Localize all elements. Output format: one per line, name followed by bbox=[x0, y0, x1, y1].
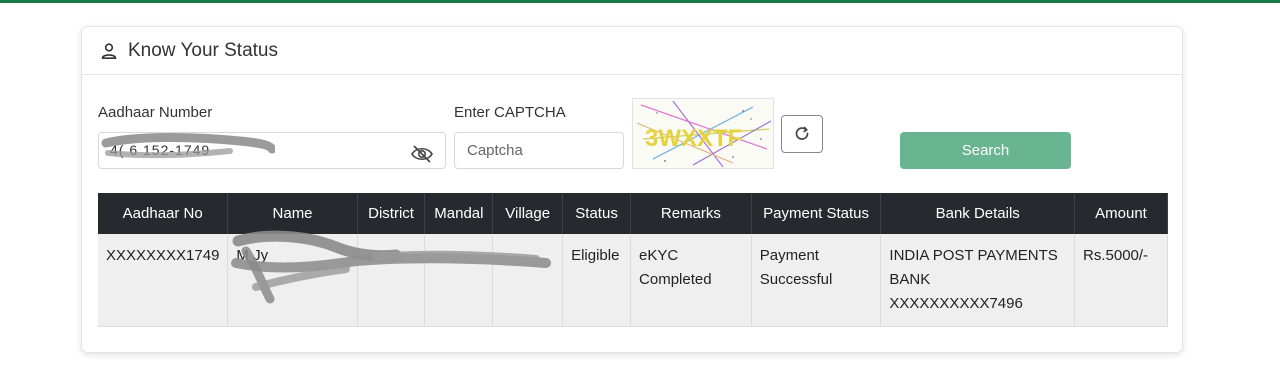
card-header: Know Your Status bbox=[82, 27, 1182, 75]
cell-aadhaar-no: XXXXXXXX1749 bbox=[98, 234, 229, 327]
header-village: Village bbox=[492, 193, 564, 234]
toggle-visibility-icon[interactable] bbox=[410, 144, 434, 164]
captcha-text: 3WXXTF bbox=[645, 125, 742, 152]
cell-bank-details: INDIA POST PAYMENTS BANK XXXXXXXXXX7496 bbox=[880, 234, 1076, 327]
cell-amount: Rs.5000/- bbox=[1074, 234, 1168, 327]
captcha-label: Enter CAPTCHA bbox=[454, 104, 566, 121]
card-title: Know Your Status bbox=[128, 39, 278, 61]
cell-district bbox=[357, 234, 426, 327]
refresh-icon bbox=[795, 126, 809, 140]
aadhaar-input-value: 4( 6 152-1749 bbox=[110, 142, 211, 158]
status-table: Aadhaar No Name District Mandal Village … bbox=[98, 193, 1168, 327]
search-button[interactable]: Search bbox=[900, 132, 1071, 169]
cell-remarks: eKYC Completed bbox=[630, 234, 752, 327]
captcha-image: 3WXXTF bbox=[632, 98, 774, 169]
table-header-row: Aadhaar No Name District Mandal Village … bbox=[98, 193, 1168, 234]
header-status: Status bbox=[562, 193, 632, 234]
top-accent-bar bbox=[0, 0, 1280, 3]
cell-status: Eligible bbox=[562, 234, 632, 327]
header-district: District bbox=[357, 193, 426, 234]
header-mandal: Mandal bbox=[424, 193, 494, 234]
cell-village bbox=[492, 234, 564, 327]
header-payment-status: Payment Status bbox=[751, 193, 882, 234]
cell-payment-status: Payment Successful bbox=[751, 234, 882, 327]
status-card: Know Your Status Aadhaar Number 4( 6 152… bbox=[81, 26, 1183, 353]
header-remarks: Remarks bbox=[630, 193, 752, 234]
cell-name: M Jy bbox=[227, 234, 358, 327]
header-name: Name bbox=[227, 193, 358, 234]
refresh-captcha-button[interactable] bbox=[781, 115, 823, 153]
header-aadhaar-no: Aadhaar No bbox=[98, 193, 229, 234]
user-icon bbox=[101, 42, 117, 59]
aadhaar-label: Aadhaar Number bbox=[98, 104, 213, 121]
cell-mandal bbox=[424, 234, 494, 327]
header-amount: Amount bbox=[1074, 193, 1168, 234]
header-bank-details: Bank Details bbox=[880, 193, 1076, 234]
captcha-input[interactable] bbox=[454, 132, 624, 169]
table-row: XXXXXXXX1749 M Jy Eligible eKYC Complete… bbox=[98, 234, 1168, 327]
